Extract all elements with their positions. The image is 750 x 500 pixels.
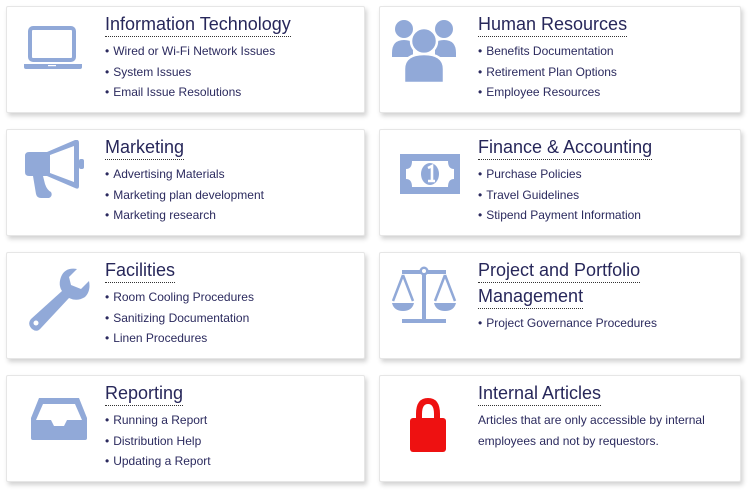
category-title-link[interactable]: Project and Portfolio bbox=[478, 258, 641, 283]
category-item-link[interactable]: Updating a Report bbox=[105, 451, 356, 472]
category-item-link[interactable]: Room Cooling Procedures bbox=[105, 287, 356, 308]
users-icon bbox=[390, 15, 458, 83]
category-item-link[interactable]: Project Governance Procedures bbox=[478, 313, 732, 334]
category-item-list: Purchase Policies Travel Guidelines Stip… bbox=[478, 164, 732, 226]
category-item-link[interactable]: Travel Guidelines bbox=[478, 185, 732, 206]
category-title-link[interactable]: Information Technology bbox=[105, 12, 291, 37]
category-title-link[interactable]: Facilities bbox=[105, 258, 176, 283]
category-item-link[interactable]: Stipend Payment Information bbox=[478, 205, 732, 226]
category-item-link[interactable]: Advertising Materials bbox=[105, 164, 356, 185]
lock-icon bbox=[406, 392, 474, 460]
category-item-link[interactable]: Running a Report bbox=[105, 410, 356, 431]
category-item-link[interactable]: Retirement Plan Options bbox=[478, 62, 732, 83]
category-title-link[interactable]: Finance & Accounting bbox=[478, 135, 653, 160]
category-description: Articles that are only accessible by int… bbox=[478, 413, 705, 448]
category-item-link[interactable]: Marketing plan development bbox=[105, 185, 356, 206]
category-item-list: Advertising Materials Marketing plan dev… bbox=[105, 164, 356, 226]
category-title-link[interactable]: Management bbox=[478, 284, 584, 309]
category-card-project-portfolio-management[interactable]: Project and Portfolio Management Project… bbox=[379, 252, 741, 359]
category-card-human-resources[interactable]: Human Resources Benefits Documentation R… bbox=[379, 6, 741, 113]
category-title-link[interactable]: Marketing bbox=[105, 135, 185, 160]
category-item-link[interactable]: System Issues bbox=[105, 62, 356, 83]
category-item-link[interactable]: Distribution Help bbox=[105, 431, 356, 452]
megaphone-icon bbox=[23, 140, 91, 208]
category-item-list: Project Governance Procedures bbox=[478, 313, 732, 334]
balance-scale-icon bbox=[390, 265, 458, 333]
category-item-link[interactable]: Purchase Policies bbox=[478, 164, 732, 185]
category-item-list: Benefits Documentation Retirement Plan O… bbox=[478, 41, 732, 103]
category-title-link[interactable]: Internal Articles bbox=[478, 381, 602, 406]
category-item-link[interactable]: Marketing research bbox=[105, 205, 356, 226]
category-item-list: Running a Report Distribution Help Updat… bbox=[105, 410, 356, 472]
category-title-link[interactable]: Reporting bbox=[105, 381, 184, 406]
laptop-icon bbox=[21, 19, 89, 87]
category-item-link[interactable]: Benefits Documentation bbox=[478, 41, 732, 62]
category-title-link[interactable]: Human Resources bbox=[478, 12, 628, 37]
category-item-list: Room Cooling Procedures Sanitizing Docum… bbox=[105, 287, 356, 349]
inbox-tray-icon bbox=[27, 392, 95, 460]
category-item-link[interactable]: Email Issue Resolutions bbox=[105, 82, 356, 103]
money-bill-icon bbox=[398, 142, 466, 210]
category-card-information-technology[interactable]: Information Technology Wired or Wi-Fi Ne… bbox=[6, 6, 365, 113]
category-item-list: Wired or Wi-Fi Network Issues System Iss… bbox=[105, 41, 356, 103]
category-card-finance-accounting[interactable]: Finance & Accounting Purchase Policies T… bbox=[379, 129, 741, 236]
category-item-link[interactable]: Wired or Wi-Fi Network Issues bbox=[105, 41, 356, 62]
category-item-link[interactable]: Employee Resources bbox=[478, 82, 732, 103]
category-card-facilities[interactable]: Facilities Room Cooling Procedures Sanit… bbox=[6, 252, 365, 359]
category-item-link[interactable]: Sanitizing Documentation bbox=[105, 308, 356, 329]
category-card-internal-articles[interactable]: Internal Articles Articles that are only… bbox=[379, 375, 741, 482]
wrench-icon bbox=[25, 267, 93, 335]
category-item-link[interactable]: Linen Procedures bbox=[105, 328, 356, 349]
category-card-reporting[interactable]: Reporting Running a Report Distribution … bbox=[6, 375, 365, 482]
category-card-marketing[interactable]: Marketing Advertising Materials Marketin… bbox=[6, 129, 365, 236]
